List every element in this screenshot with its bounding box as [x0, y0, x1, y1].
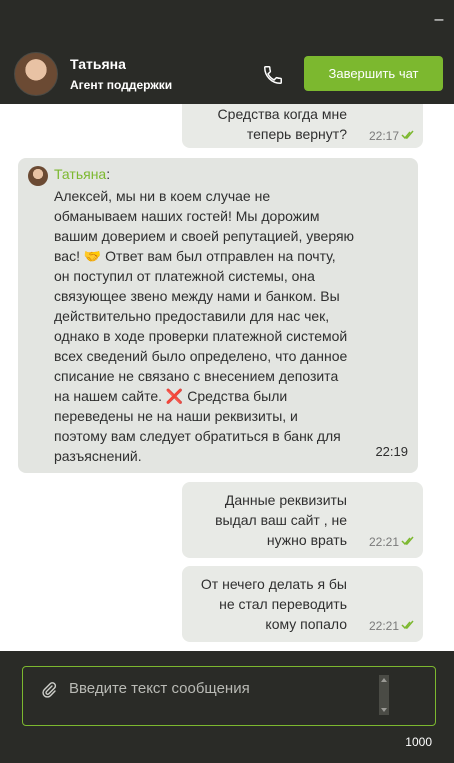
agent-avatar — [14, 52, 58, 96]
message-input[interactable] — [69, 677, 369, 699]
message-line: всех сведений было определено, что данно… — [54, 348, 348, 364]
message-line: Алексей, мы ни в коем случае не — [54, 188, 271, 204]
composer: 1000 — [0, 651, 454, 763]
message-time: 22:21 — [368, 619, 399, 633]
message-outgoing: От нечего делать я бы не стал переводить… — [182, 566, 423, 642]
message-time: 22:19 — [375, 444, 408, 459]
double-check-icon — [401, 620, 414, 630]
message-line: От нечего делать я бы — [200, 576, 347, 592]
message-outgoing: Средства когда мне теперь вернут? 22:17 — [182, 104, 423, 148]
message-line: списание не связано с внесением депозита — [54, 368, 339, 384]
message-line: он поступил от платежной системы, она — [54, 268, 315, 284]
char-counter: 1000 — [405, 735, 432, 749]
message-time: 22:17 — [368, 129, 399, 143]
message-input-box — [22, 666, 436, 726]
message-line: Средства когда мне — [217, 106, 347, 122]
message-line: действительно предоставили для нас чек, — [54, 308, 330, 324]
message-author: Татьяна: — [54, 166, 111, 182]
message-incoming: Татьяна: Алексей, мы ни в коем случае не… — [18, 158, 418, 473]
message-line: выдал ваш сайт , не — [215, 512, 347, 528]
input-scrollbar[interactable] — [379, 675, 389, 715]
message-line: переведены не на наши реквизиты, и — [54, 408, 298, 424]
double-check-icon — [401, 536, 414, 546]
phone-icon[interactable] — [262, 64, 284, 86]
scroll-up-icon[interactable] — [381, 678, 387, 682]
agent-name: Татьяна — [70, 56, 126, 72]
message-line: на нашем сайте. ❌ Средства были — [54, 388, 288, 404]
message-list[interactable]: Средства когда мне теперь вернут? 22:17 … — [0, 104, 454, 651]
message-outgoing: Данные реквизиты выдал ваш сайт , не нуж… — [182, 482, 423, 558]
message-line: вашим доверием и своей репутацией, уверя… — [54, 228, 355, 244]
double-check-icon — [401, 130, 414, 140]
message-line: поэтому вам следует обратиться в банк дл… — [54, 428, 341, 444]
message-line: связующее звено между нами и банком. Вы — [54, 288, 340, 304]
message-line: вас! 🤝 Ответ вам был отправлен на почту, — [54, 248, 336, 264]
message-line: нужно врать — [266, 532, 347, 548]
chat-header: Татьяна Агент поддержки Завершить чат — [0, 40, 454, 104]
message-line: разъяснений. — [54, 448, 142, 464]
minimize-button[interactable]: – — [433, 12, 445, 28]
message-line: Данные реквизиты — [224, 492, 347, 508]
agent-avatar-small — [28, 166, 48, 186]
end-chat-button[interactable]: Завершить чат — [304, 56, 443, 91]
scroll-down-icon[interactable] — [381, 708, 387, 712]
message-line: обманываем наших гостей! Мы дорожим — [54, 208, 320, 224]
message-line: теперь вернут? — [246, 126, 347, 142]
window-titlebar: – — [0, 0, 454, 40]
message-line: кому попало — [265, 616, 347, 632]
message-text: Алексей, мы ни в коем случае не обманыва… — [54, 186, 374, 466]
message-line: не стал переводить — [219, 596, 347, 612]
message-line: однако в ходе проверки платежной системо… — [54, 328, 348, 344]
message-time: 22:21 — [368, 535, 399, 549]
agent-role: Агент поддержки — [70, 78, 173, 92]
paperclip-icon[interactable] — [41, 681, 57, 699]
